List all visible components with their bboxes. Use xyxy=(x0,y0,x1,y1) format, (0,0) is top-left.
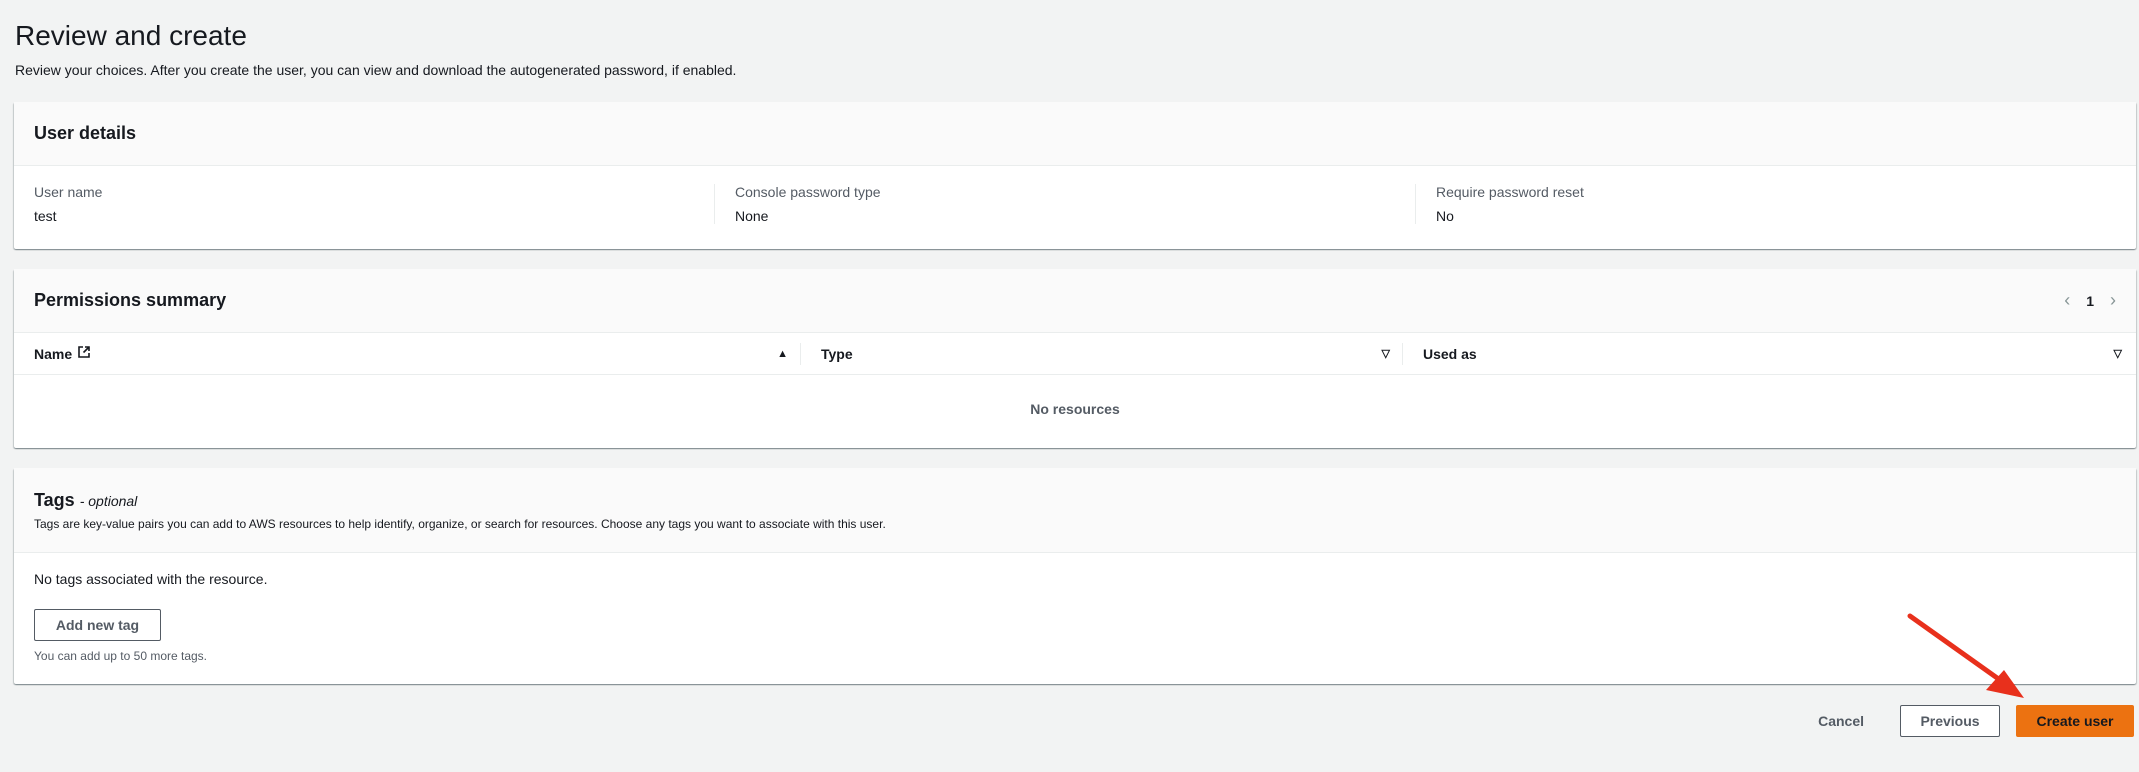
user-details-header: User details xyxy=(14,102,2136,166)
form-actions: Cancel Previous Create user xyxy=(1798,705,2134,737)
tags-empty-state: No tags associated with the resource. xyxy=(34,571,268,587)
column-header-used-as[interactable]: Used as ▽ xyxy=(1402,342,2136,365)
column-label: Used as xyxy=(1423,345,1477,362)
tags-limit-hint: You can add up to 50 more tags. xyxy=(34,649,208,663)
user-details-fields: User name test Console password type Non… xyxy=(14,166,2136,224)
field-value: None xyxy=(735,208,769,224)
permissions-table-header: Name ▲ Type ▽ Used as ▽ xyxy=(14,333,2136,375)
review-create-page: Review and create Review your choices. A… xyxy=(0,0,2139,772)
tags-header: Tags - optional Tags are key-value pairs… xyxy=(14,468,2136,553)
create-user-button[interactable]: Create user xyxy=(2016,705,2134,737)
field-console-password-type: Console password type None xyxy=(714,184,1415,224)
previous-button[interactable]: Previous xyxy=(1900,705,2000,737)
permissions-title: Permissions summary xyxy=(34,290,227,310)
page-title: Review and create xyxy=(15,20,247,51)
optional-label: - optional xyxy=(79,492,138,509)
pagination: ‹ 1 › xyxy=(2064,290,2116,311)
user-details-title: User details xyxy=(34,123,137,143)
permissions-header: Permissions summary ‹ 1 › xyxy=(14,269,2136,333)
user-details-panel: User details User name test Console pass… xyxy=(14,102,2136,249)
add-new-tag-button[interactable]: Add new tag xyxy=(34,609,161,641)
column-label: Type xyxy=(821,345,853,362)
field-user-name: User name test xyxy=(34,184,714,224)
field-label: User name xyxy=(34,184,103,200)
sort-icon[interactable]: ▽ xyxy=(2114,347,2122,360)
field-value: No xyxy=(1436,208,1454,224)
chevron-left-icon[interactable]: ‹ xyxy=(2064,290,2070,311)
sort-icon[interactable]: ▽ xyxy=(1382,347,1402,360)
column-label: Name xyxy=(34,345,73,362)
column-header-name[interactable]: Name ▲ xyxy=(34,333,800,374)
cancel-button[interactable]: Cancel xyxy=(1798,705,1884,737)
tags-description: Tags are key-value pairs you can add to … xyxy=(34,516,886,531)
tags-panel: Tags - optional Tags are key-value pairs… xyxy=(14,468,2136,684)
permissions-summary-panel: Permissions summary ‹ 1 › Name ▲ Type ▽ … xyxy=(14,269,2136,448)
tags-title-text: Tags xyxy=(34,489,75,510)
column-header-type[interactable]: Type ▽ xyxy=(800,342,1402,365)
field-label: Console password type xyxy=(735,184,881,200)
field-value: test xyxy=(34,208,57,224)
field-label: Require password reset xyxy=(1436,184,1584,200)
field-require-password-reset: Require password reset No xyxy=(1415,184,2116,224)
page-number[interactable]: 1 xyxy=(2086,293,2094,309)
permissions-empty-state: No resources xyxy=(1030,401,1120,417)
external-link-icon xyxy=(77,345,91,362)
chevron-right-icon[interactable]: › xyxy=(2110,290,2116,311)
tags-title: Tags - optional xyxy=(34,490,137,511)
sort-ascending-icon[interactable]: ▲ xyxy=(777,348,800,360)
tags-body: No tags associated with the resource. Ad… xyxy=(14,553,2136,681)
page-description: Review your choices. After you create th… xyxy=(15,62,737,78)
